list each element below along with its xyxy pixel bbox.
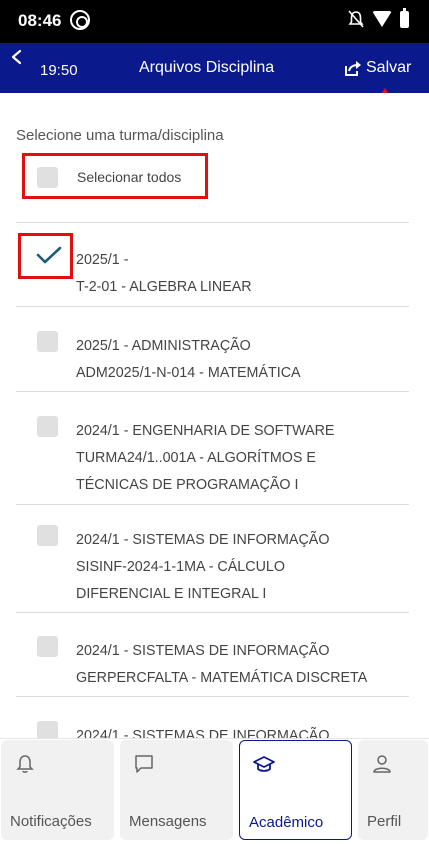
select-all-row[interactable]: Selecionar todos (22, 153, 208, 199)
list-item[interactable]: 2024/1 - SISTEMAS DE INFORMAÇÃO (0, 721, 429, 738)
list-item[interactable]: 2025/1 - T-2-01 - ALGEBRA LINEAR (0, 245, 429, 301)
divider (16, 612, 409, 613)
divider (16, 696, 409, 697)
item-line: 2025/1 - (76, 252, 129, 268)
list-item-text: 2024/1 - SISTEMAS DE INFORMAÇÃO SISINF-2… (76, 527, 329, 608)
item-line: 2024/1 - ENGENHARIA DE SOFTWARE (76, 423, 335, 439)
item-line: TURMA24/1..001A - ALGORÍTMOS E (76, 450, 316, 466)
item-checkbox[interactable] (37, 525, 58, 546)
item-line: 2024/1 - SISTEMAS DE INFORMAÇÃO (76, 643, 330, 659)
select-all-checkbox[interactable] (37, 167, 58, 188)
tab-academico[interactable]: Acadêmico (239, 740, 352, 840)
at-sign-icon (70, 10, 90, 30)
tab-mensagens[interactable]: Mensagens (120, 740, 233, 840)
tab-label: Acadêmico (249, 814, 324, 831)
page-title: Arquivos Disciplina (139, 59, 275, 76)
person-icon (373, 755, 391, 773)
instruction-text: Selecione uma turma/disciplina (16, 127, 224, 144)
item-checkbox[interactable] (37, 636, 58, 657)
save-button-label: Salvar (366, 59, 412, 76)
status-time: 08:46 (18, 11, 62, 30)
item-line: GERPERCFALTA - MATEMÁTICA DISCRETA (76, 670, 368, 686)
list-item[interactable]: 2024/1 - SISTEMAS DE INFORMAÇÃO SISINF-2… (0, 525, 429, 607)
item-line: DIFERENCIAL E INTEGRAL I (76, 586, 267, 602)
tab-label: Perfil (367, 813, 402, 830)
list-item[interactable]: 2024/1 - ENGENHARIA DE SOFTWARE TURMA24/… (0, 416, 429, 498)
list-item-text: 2024/1 - ENGENHARIA DE SOFTWARE TURMA24/… (76, 418, 334, 499)
list-item[interactable]: 2025/1 - ADMINISTRAÇÃO ADM2025/1-N-014 -… (0, 331, 429, 387)
message-icon (135, 755, 153, 773)
status-bar: 08:46 (0, 0, 429, 43)
select-all-label: Selecionar todos (77, 169, 182, 185)
list-item-text: 2025/1 - T-2-01 - ALGEBRA LINEAR (76, 247, 252, 301)
item-line: 2024/1 - SISTEMAS DE INFORMAÇÃO (76, 532, 330, 548)
item-line: T-2-01 - ALGEBRA LINEAR (76, 279, 252, 295)
item-line: TÉCNICAS DE PROGRAMAÇÃO I (76, 477, 299, 493)
list-item[interactable]: 2024/1 - SISTEMAS DE INFORMAÇÃO GERPERCF… (0, 636, 429, 692)
divider (16, 391, 409, 392)
save-button[interactable]: Salvar (343, 59, 411, 77)
battery-icon (400, 7, 409, 28)
status-icons (348, 7, 409, 28)
divider (16, 222, 409, 223)
divider (16, 504, 409, 505)
tab-perfil[interactable]: Perfil (358, 740, 428, 840)
list-item-text: 2024/1 - SISTEMAS DE INFORMAÇÃO GERPERCF… (76, 638, 367, 692)
notifications-off-icon (348, 10, 364, 28)
item-line: 2025/1 - ADMINISTRAÇÃO (76, 338, 251, 354)
item-line: 2024/1 - SISTEMAS DE INFORMAÇÃO (76, 728, 330, 738)
item-checkbox[interactable] (37, 416, 58, 437)
tab-label: Mensagens (129, 813, 207, 830)
bottom-tab-bar: Notificações Mensagens Acadêmico Perfil (0, 738, 429, 844)
divider (16, 306, 409, 307)
item-line: SISINF-2024-1-1MA - CÁLCULO (76, 559, 285, 575)
share-icon (345, 60, 361, 76)
item-checkbox[interactable] (37, 721, 58, 738)
item-checkbox[interactable] (37, 331, 58, 352)
wifi-icon (372, 11, 392, 27)
item-line: ADM2025/1-N-014 - MATEMÁTICA (76, 365, 301, 381)
app-bar-time: 19:50 (40, 62, 78, 79)
graduation-cap-icon (253, 756, 275, 772)
list-item-text: 2024/1 - SISTEMAS DE INFORMAÇÃO (76, 723, 329, 738)
tab-notificacoes[interactable]: Notificações (1, 740, 114, 840)
app-bar: 19:50 Arquivos Disciplina Salvar (0, 43, 429, 93)
back-arrow-icon[interactable] (6, 45, 28, 69)
tab-label: Notificações (10, 813, 92, 830)
bell-icon (16, 755, 34, 773)
list-item-text: 2025/1 - ADMINISTRAÇÃO ADM2025/1-N-014 -… (76, 333, 301, 387)
class-list: Selecione uma turma/disciplina Seleciona… (0, 93, 429, 738)
